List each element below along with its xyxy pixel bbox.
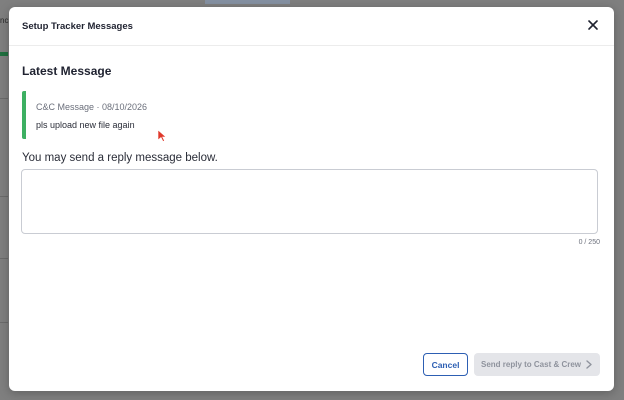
character-count: 0 / 250	[578, 239, 600, 246]
cancel-button[interactable]: Cancel	[423, 353, 468, 376]
chevron-right-icon	[586, 360, 592, 369]
close-button[interactable]	[586, 18, 600, 32]
background-divider	[0, 196, 8, 197]
background-progress-fragment	[0, 52, 8, 56]
reply-message-textarea[interactable]	[21, 169, 598, 234]
message-body: pls upload new file again	[36, 120, 135, 130]
setup-tracker-messages-dialog: Setup Tracker Messages Latest Message C&…	[9, 7, 614, 391]
dialog-title: Setup Tracker Messages	[22, 21, 133, 32]
mouse-cursor-icon	[158, 130, 167, 142]
latest-message-heading: Latest Message	[22, 64, 112, 78]
background-divider	[0, 258, 8, 259]
message-meta: C&C Message · 08/10/2026	[36, 102, 148, 112]
background-text-fragment: nc	[0, 16, 9, 25]
reply-prompt: You may send a reply message below.	[22, 152, 218, 164]
background-divider	[0, 322, 8, 323]
send-reply-label: Send reply to Cast & Crew	[481, 360, 582, 369]
latest-message-card: C&C Message · 08/10/2026 pls upload new …	[22, 91, 326, 139]
background-divider	[0, 98, 8, 99]
close-icon	[588, 20, 598, 30]
dialog-header: Setup Tracker Messages	[9, 7, 614, 46]
send-reply-button[interactable]: Send reply to Cast & Crew	[474, 353, 600, 376]
background-tab-fragment	[205, 0, 290, 4]
